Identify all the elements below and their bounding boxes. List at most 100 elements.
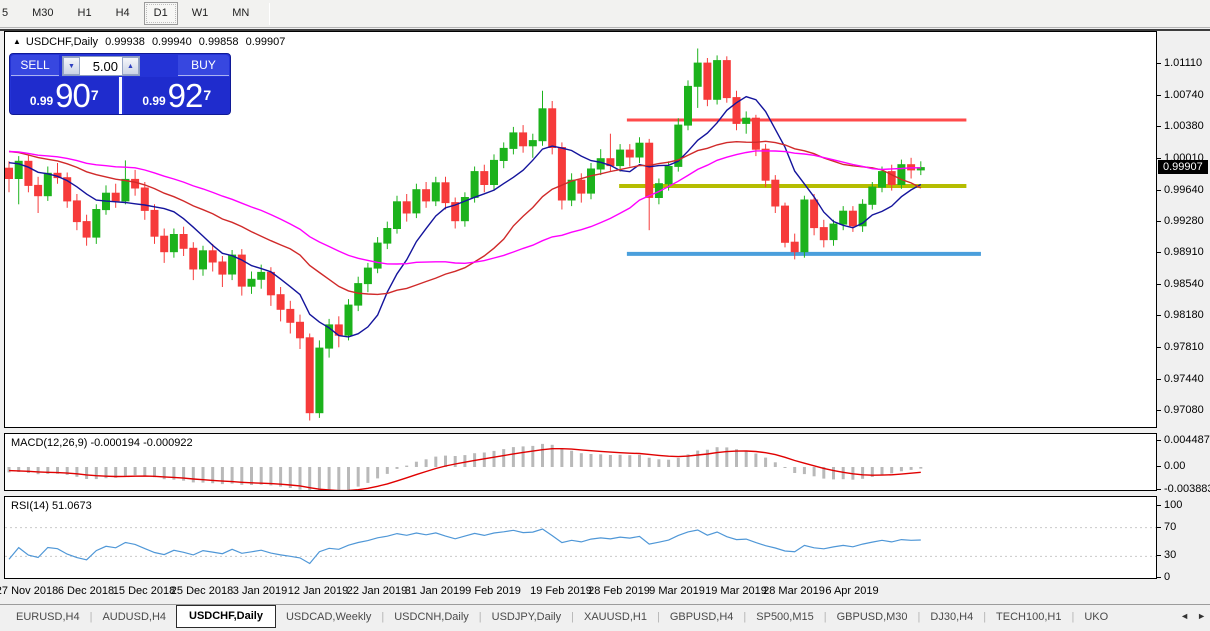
axis-tick-mark (1157, 190, 1161, 191)
chart-tab-usdjpy[interactable]: USDJPY,Daily (482, 607, 572, 627)
timeframe-button-m30[interactable]: M30 (22, 2, 63, 25)
axis-tick-mark (1157, 555, 1161, 556)
bid-ask-prices: 0.99 90 7 0.99 92 7 (11, 77, 230, 114)
chart-tab-usdcad[interactable]: USDCAD,Weekly (276, 607, 381, 627)
macd-panel: MACD(12,26,9) -0.000194 -0.000922 (4, 433, 1157, 491)
axis-tick-mark (1157, 221, 1161, 222)
buy-button[interactable]: BUY (178, 55, 229, 76)
rsi-canvas[interactable] (5, 497, 1156, 578)
macd-tick-label: 0.004487 (1164, 434, 1210, 446)
rsi-tick-label: 0 (1164, 571, 1170, 583)
ohlc-open: 0.99938 (105, 36, 145, 48)
rsi-value: 51.0673 (52, 500, 92, 512)
rsi-tick-label: 70 (1164, 521, 1176, 533)
price-tick-label: 1.00740 (1164, 89, 1204, 101)
axis-tick-mark (1157, 489, 1161, 490)
tab-scroll-right-icon[interactable]: ► (1197, 611, 1206, 621)
chart-tab-audusd[interactable]: AUDUSD,H4 (92, 607, 176, 627)
chart-tab-xauusd[interactable]: XAUUSD,H1 (574, 607, 657, 627)
axis-tick-mark (1157, 63, 1161, 64)
axis-tick-mark (1157, 505, 1161, 506)
price-axis[interactable]: 1.011101.007401.003801.000100.996400.992… (1157, 0, 1210, 604)
price-tick-label: 1.00380 (1164, 120, 1204, 132)
axis-tick-mark (1157, 284, 1161, 285)
date-tick-label: 27 Nov 2018 (0, 585, 58, 597)
axis-tick-mark (1157, 440, 1161, 441)
axis-tick-mark (1157, 379, 1161, 380)
volume-decrease-icon[interactable]: ▼ (63, 57, 80, 75)
date-tick-label: 28 Mar 2019 (763, 585, 825, 597)
date-tick-label: 6 Dec 2018 (58, 585, 114, 597)
one-click-trade-widget: SELL ▼ ▲ BUY 0.99 90 7 0.99 92 7 (9, 53, 231, 115)
date-tick-label: 15 Dec 2018 (113, 585, 175, 597)
timeframe-button-h4[interactable]: H4 (106, 2, 140, 25)
timeframe-button-mn[interactable]: MN (222, 2, 259, 25)
sell-price-pip: 7 (91, 77, 99, 113)
axis-tick-mark (1157, 527, 1161, 528)
axis-tick-mark (1157, 466, 1161, 467)
axis-tick-mark (1157, 315, 1161, 316)
date-tick-label: 28 Feb 2019 (588, 585, 650, 597)
timeframe-button-5[interactable]: 5 (0, 2, 18, 25)
chart-header: ▲ USDCHF,Daily 0.99938 0.99940 0.99858 0.… (13, 36, 289, 48)
chart-tab-gbpusd[interactable]: GBPUSD,M30 (827, 607, 918, 627)
price-tick-label: 1.01110 (1164, 57, 1202, 69)
chart-tab-eurusd[interactable]: EURUSD,H4 (6, 607, 90, 627)
rsi-tick-label: 30 (1164, 549, 1176, 561)
date-tick-label: 9 Mar 2019 (649, 585, 705, 597)
chart-tab-bar: EURUSD,H4|AUDUSD,H4USDCHF,DailyUSDCAD,We… (0, 604, 1210, 631)
chart-tab-sp500[interactable]: SP500,M15 (746, 607, 823, 627)
buy-price-prefix: 0.99 (142, 91, 165, 111)
price-tick-label: 0.98910 (1164, 246, 1204, 258)
volume-input[interactable] (80, 57, 122, 75)
toolbar-separator (269, 3, 270, 25)
sell-button[interactable]: SELL (11, 55, 59, 76)
date-tick-label: 19 Feb 2019 (530, 585, 592, 597)
axis-tick-mark (1157, 158, 1161, 159)
sell-price-display[interactable]: 0.99 90 7 (11, 77, 118, 114)
rsi-tick-label: 100 (1164, 499, 1182, 511)
axis-tick-mark (1157, 577, 1161, 578)
chart-tab-tech100[interactable]: TECH100,H1 (986, 607, 1071, 627)
chart-tab-dj30[interactable]: DJ30,H4 (920, 607, 983, 627)
symbol-arrow-icon: ▲ (13, 37, 21, 46)
tab-scroll-left-icon[interactable]: ◄ (1180, 611, 1189, 621)
volume-spinner: ▼ ▲ (62, 56, 140, 76)
date-tick-label: 3 Jan 2019 (233, 585, 287, 597)
date-tick-label: 31 Jan 2019 (405, 585, 466, 597)
chart-tab-usdchf[interactable]: USDCHF,Daily (176, 605, 276, 628)
timeframe-button-h1[interactable]: H1 (68, 2, 102, 25)
price-tick-label: 0.97440 (1164, 373, 1204, 385)
main-chart-panel: ▲ USDCHF,Daily 0.99938 0.99940 0.99858 0.… (4, 31, 1157, 428)
ohlc-high: 0.99940 (152, 36, 192, 48)
price-tick-label: 0.97080 (1164, 404, 1204, 416)
chart-tabs: EURUSD,H4|AUDUSD,H4USDCHF,DailyUSDCAD,We… (0, 605, 1172, 628)
chart-tab-gbpusd[interactable]: GBPUSD,H4 (660, 607, 744, 627)
axis-tick-mark (1157, 95, 1161, 96)
date-tick-label: 22 Jan 2019 (347, 585, 408, 597)
price-tick-label: 0.99280 (1164, 215, 1204, 227)
timeframe-button-w1[interactable]: W1 (182, 2, 219, 25)
date-tick-label: 12 Jan 2019 (288, 585, 349, 597)
timeframe-toolbar: 5M30H1H4D1W1MN (0, 0, 1210, 28)
price-tick-label: 0.97810 (1164, 341, 1204, 353)
date-tick-label: 19 Mar 2019 (705, 585, 767, 597)
axis-tick-mark (1157, 126, 1161, 127)
ohlc-close: 0.99907 (246, 36, 286, 48)
rsi-panel: RSI(14) 51.0673 (4, 496, 1157, 579)
chart-tab-uko[interactable]: UKO (1074, 607, 1118, 627)
buy-price-display[interactable]: 0.99 92 7 (124, 77, 231, 114)
volume-increase-icon[interactable]: ▲ (122, 57, 139, 75)
sell-price-big: 90 (55, 81, 90, 111)
macd-tick-label: 0.00 (1164, 460, 1185, 472)
axis-tick-mark (1157, 410, 1161, 411)
chart-tab-usdcnh[interactable]: USDCNH,Daily (384, 607, 479, 627)
price-divider (119, 77, 122, 114)
date-axis[interactable]: 27 Nov 20186 Dec 201815 Dec 201825 Dec 2… (4, 580, 1157, 602)
timeframe-button-d1[interactable]: D1 (144, 2, 178, 25)
current-price-badge: 0.99907 (1158, 160, 1208, 174)
macd-tick-label: -0.003883 (1164, 483, 1210, 495)
ohlc-low: 0.99858 (199, 36, 239, 48)
axis-tick-mark (1157, 252, 1161, 253)
chart-symbol-label: USDCHF,Daily (26, 36, 98, 48)
